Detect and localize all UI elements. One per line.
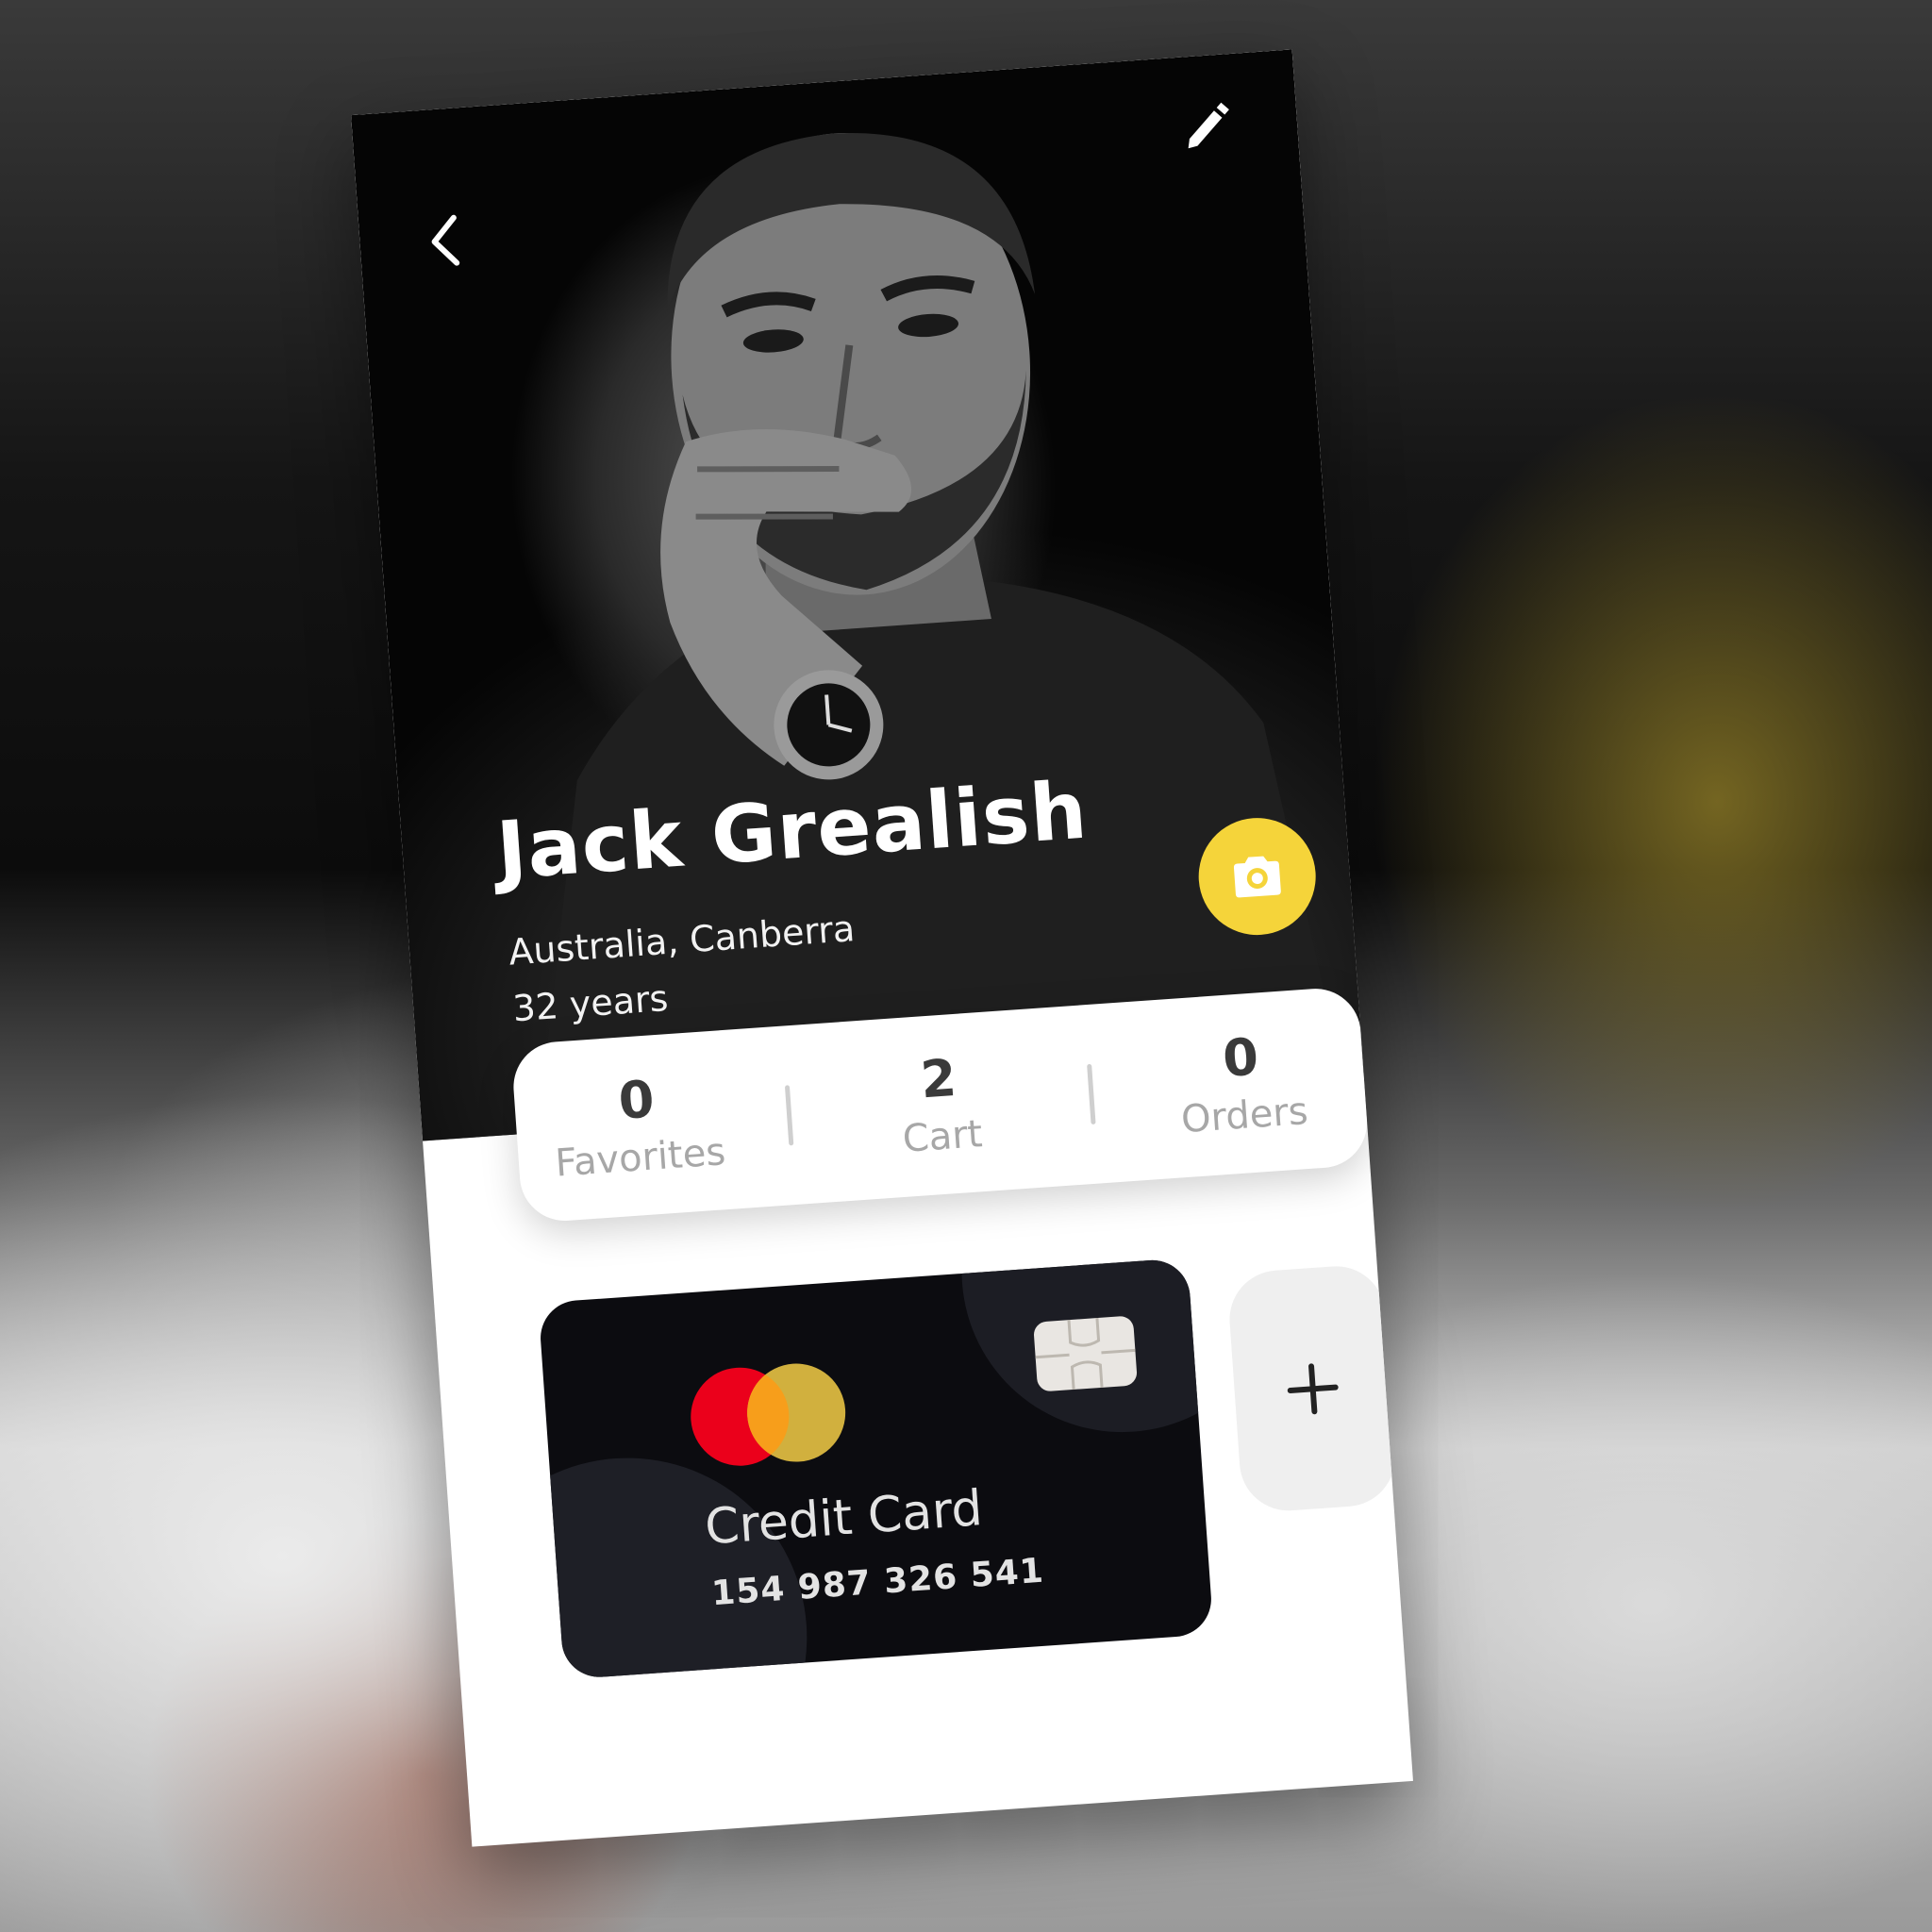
profile-hero: Jack Grealish Australia, Canberra 32 yea… <box>351 49 1364 1141</box>
credit-card[interactable]: Credit Card 154 987 326 541 <box>538 1257 1214 1680</box>
card-chip-icon <box>1034 1316 1138 1391</box>
stat-value: 2 <box>918 1048 958 1110</box>
stat-label: Cart <box>901 1111 984 1161</box>
profile-screen: Jack Grealish Australia, Canberra 32 yea… <box>351 49 1413 1847</box>
stat-favorites[interactable]: 0 Favorites <box>541 1066 736 1186</box>
stat-divider <box>784 1085 794 1146</box>
add-card-button[interactable] <box>1225 1262 1399 1514</box>
profile-photo <box>536 133 1346 1141</box>
pencil-icon <box>1188 102 1229 149</box>
stat-label: Favorites <box>554 1129 727 1186</box>
mastercard-logo <box>691 1363 846 1466</box>
chevron-left-icon <box>431 214 460 266</box>
card-title: Credit Card <box>703 1480 985 1557</box>
stat-orders[interactable]: 0 Orders <box>1144 1024 1340 1143</box>
edit-profile-button[interactable] <box>1173 91 1243 161</box>
camera-icon <box>1233 856 1281 898</box>
stat-cart[interactable]: 2 Cart <box>842 1045 1038 1165</box>
stat-label: Orders <box>1179 1089 1309 1141</box>
stat-value: 0 <box>616 1069 657 1132</box>
back-button[interactable] <box>415 210 475 271</box>
stat-value: 0 <box>1221 1026 1260 1090</box>
card-decoration <box>538 1445 820 1680</box>
stat-divider <box>1087 1063 1096 1124</box>
plus-icon <box>1287 1362 1339 1414</box>
